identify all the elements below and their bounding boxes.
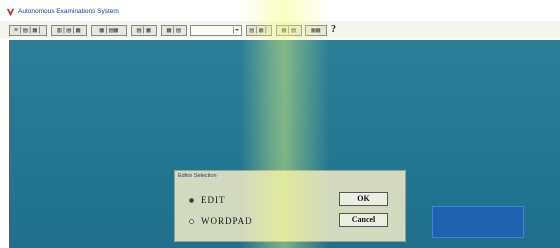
toolbar-button-group-1[interactable]: ≡|▤|▦| (9, 25, 47, 36)
toolbar-combo-box[interactable] (190, 25, 242, 36)
radio-button-icon[interactable] (189, 219, 194, 225)
toolbar-button-group-6[interactable]: ▤|▦| (246, 25, 272, 36)
background-panel (432, 206, 524, 238)
toolbar-button-group-7[interactable]: ▦|▤ (276, 25, 302, 36)
help-icon[interactable]: ? (331, 24, 343, 36)
option-wordpad[interactable]: WORDPAD (189, 216, 253, 226)
toolbar-button-group-3[interactable]: ▦|▤▦ (91, 25, 127, 36)
toolbar: ≡|▤|▦| ▥|▤|▦ ▦|▤▦ ▤|▦ ▦|▤ ▤|▦| ▦|▤ ▦▦ ? (0, 21, 560, 38)
radio-button-icon[interactable] (189, 198, 194, 204)
option-edit[interactable]: EDIT (189, 195, 226, 205)
toolbar-button-group-2[interactable]: ▥|▤|▦ (51, 25, 87, 36)
chevron-down-icon[interactable] (233, 27, 240, 34)
editor-selection-dialog: Editor Selection EDIT WORDPAD OK Cancel (174, 170, 406, 242)
toolbar-button-group-8[interactable]: ▦▦ (305, 25, 327, 36)
app-logo-icon (6, 8, 15, 17)
window-title: Autonomous Examinations System (18, 8, 119, 15)
title-bar: Autonomous Examinations System (0, 0, 560, 20)
ok-button[interactable]: OK (339, 192, 388, 206)
toolbar-button-group-4[interactable]: ▤|▦ (131, 25, 157, 36)
option-wordpad-label: WORDPAD (201, 216, 253, 226)
cancel-button[interactable]: Cancel (339, 213, 388, 227)
dialog-title: Editor Selection (178, 173, 217, 179)
toolbar-button-group-5[interactable]: ▦|▤ (161, 25, 187, 36)
option-edit-label: EDIT (201, 195, 226, 205)
